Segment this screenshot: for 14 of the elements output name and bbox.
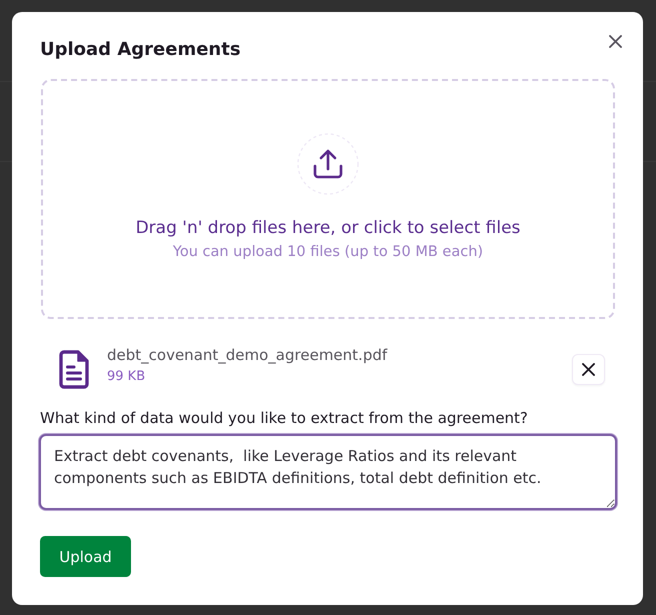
dropzone-hint: You can upload 10 files (up to 50 MB each) [172, 243, 484, 262]
x-icon [582, 362, 595, 376]
upload-icon [297, 133, 359, 195]
remove-file-button[interactable] [572, 354, 605, 384]
extraction-textarea[interactable]: Extract debt covenants, like Leverage Ratios and its relevant components such as EBIDTA definitions, total debt definition etc. [39, 434, 617, 510]
dropzone[interactable]: Drag 'n' drop files here, or click to select files You can upload 10 files (up to 50 MB each) [41, 79, 615, 319]
dropzone-prompt: Drag 'n' drop files here, or click to select files [136, 217, 520, 239]
file-name: debt_covenant_demo_agreement.pdf [107, 345, 388, 365]
close-icon [608, 34, 622, 48]
dialog-title: Upload Agreements [40, 38, 241, 62]
file-size: 99 KB [107, 368, 146, 386]
document-icon [59, 350, 89, 388]
upload-button[interactable]: Upload [40, 536, 131, 577]
question-label: What kind of data would you like to extract from the agreement? [40, 408, 528, 428]
